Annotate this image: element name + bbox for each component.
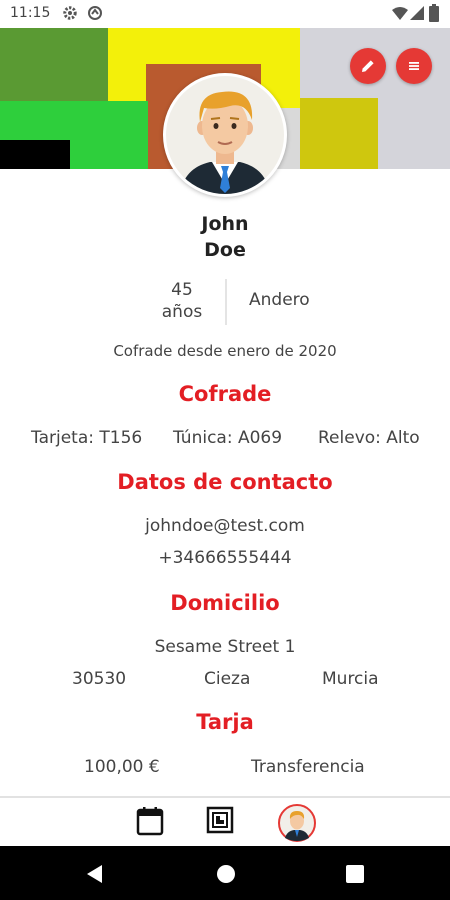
- city: Cieza: [204, 669, 251, 689]
- vpn-icon: [87, 5, 103, 25]
- tunic-number: Túnica: A069: [173, 428, 283, 448]
- recents-icon[interactable]: [346, 865, 364, 887]
- bottom-navigation: [0, 796, 450, 848]
- payment-method: Transferencia: [251, 757, 365, 777]
- section-title-address: Domicilio: [170, 591, 280, 615]
- menu-icon: [409, 62, 419, 70]
- street: Sesame Street 1: [154, 637, 296, 657]
- male-avatar-icon: [180, 91, 270, 194]
- province: Murcia: [322, 669, 379, 689]
- qr-scan-tab[interactable]: [206, 806, 234, 838]
- relay-level: Relevo: Alto: [318, 428, 420, 448]
- first-name: John: [201, 213, 249, 235]
- gear-icon: [62, 5, 78, 25]
- system-navigation-bar: [0, 846, 450, 900]
- email[interactable]: johndoe@test.com: [0, 516, 450, 536]
- divider: [225, 279, 227, 325]
- battery-icon: [429, 4, 439, 26]
- card-number: Tarjeta: T156: [31, 428, 143, 448]
- calendar-icon: [136, 807, 164, 836]
- last-name: Doe: [204, 239, 246, 261]
- member-since: Cofrade desde enero de 2020: [113, 342, 337, 360]
- edit-icon: [362, 60, 374, 72]
- age-value: 45: [171, 280, 193, 300]
- signal-icon: [410, 5, 424, 25]
- back-icon[interactable]: [86, 864, 104, 888]
- menu-button[interactable]: [396, 48, 432, 84]
- qr-scan-icon: [206, 806, 234, 834]
- section-title-fee: Tarja: [196, 710, 254, 734]
- profile-tab[interactable]: [278, 804, 316, 846]
- profile-avatar[interactable]: [163, 73, 287, 197]
- status-bar: 11:15: [0, 0, 450, 28]
- wifi-icon: [392, 5, 408, 25]
- status-time: 11:15: [10, 5, 51, 21]
- calendar-tab[interactable]: [136, 806, 164, 840]
- home-icon[interactable]: [216, 864, 236, 888]
- edit-button[interactable]: [350, 48, 386, 84]
- age-unit: años: [161, 302, 203, 322]
- member-role: Andero: [249, 290, 310, 310]
- postal-code: 30530: [72, 669, 127, 689]
- fee-amount: 100,00 €: [84, 757, 160, 777]
- phone[interactable]: +34666555444: [0, 548, 450, 568]
- profile-avatar-icon: [278, 804, 316, 842]
- section-title-cofrade: Cofrade: [178, 382, 272, 406]
- section-title-contact: Datos de contacto: [117, 470, 333, 494]
